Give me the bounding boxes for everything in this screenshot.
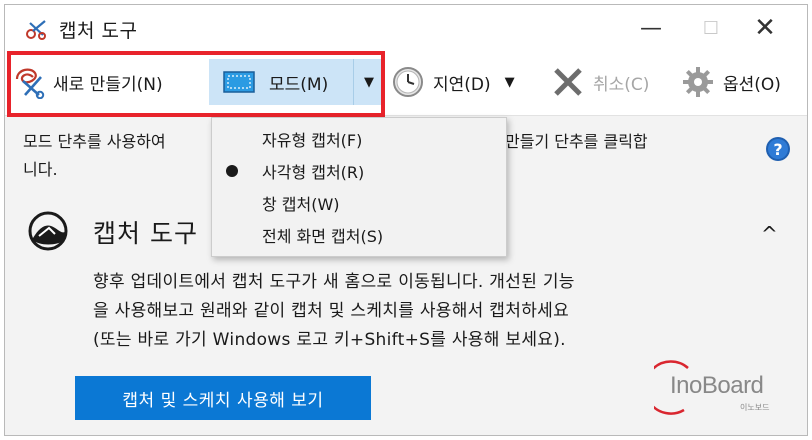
menu-item-window[interactable]: 창 캡처(W) [212, 188, 506, 218]
promo-body-line-3: (또는 바로 가기 Windows 로고 키+Shift+S를 사용해 보세요)… [93, 330, 566, 350]
mode-dropdown-arrow-icon[interactable]: ▼ [353, 59, 384, 105]
clock-icon [393, 67, 423, 97]
menu-item-rectangle[interactable]: 사각형 캡처(R) [212, 156, 506, 186]
watermark-logo: InoBoard [670, 372, 764, 399]
close-button[interactable]: ✕ [739, 5, 791, 51]
menu-item-label: 전체 화면 캡처(S) [262, 227, 384, 246]
mode-dropdown-menu: 자유형 캡처(F) 사각형 캡처(R) 창 캡처(W) 전체 화면 캡처(S) [211, 117, 507, 257]
new-label: 새로 만들기(N) [53, 74, 163, 95]
new-button[interactable]: 새로 만들기(N) [13, 59, 205, 105]
rectangle-snip-icon [223, 71, 255, 93]
svg-text:?: ? [773, 140, 782, 159]
minimize-button[interactable]: — [625, 5, 677, 51]
scissors-icon [26, 20, 46, 40]
toolbar: 새로 만들기(N) 모드(M) ▼ 지연(D) ▼ 취소(C) 옵션(O) [5, 51, 807, 113]
title-bar: 캡처 도구 — ☐ ✕ [5, 5, 807, 51]
cancel-button[interactable]: 취소(C) [551, 59, 671, 105]
scissors-icon [15, 68, 45, 99]
promo-body-line-1: 향후 업데이트에서 캡처 도구가 새 홈으로 이동됩니다. 개선된 기능 [93, 272, 575, 292]
window-title: 캡처 도구 [59, 20, 138, 42]
info-line-1-right: 만들기 단추를 클릭합 [505, 132, 648, 151]
options-button[interactable]: 옵션(O) [681, 59, 807, 105]
options-label: 옵션(O) [723, 74, 781, 95]
cancel-label: 취소(C) [593, 74, 650, 95]
delay-dropdown-arrow-icon[interactable]: ▼ [505, 75, 515, 90]
help-icon[interactable]: ? [765, 136, 791, 162]
menu-item-label: 창 캡처(W) [262, 195, 340, 214]
delay-button[interactable]: 지연(D) ▼ [391, 59, 561, 105]
delay-label: 지연(D) [433, 74, 491, 95]
collapse-chevron-icon[interactable]: ^ [761, 222, 778, 246]
promo-body: 향후 업데이트에서 캡처 도구가 새 홈으로 이동됩니다. 개선된 기능 을 사… [93, 268, 733, 355]
mode-button[interactable]: 모드(M) ▼ [209, 59, 383, 105]
cancel-x-icon [554, 68, 582, 96]
promo-body-line-2: 을 사용해보고 원래와 같이 캡처 및 스케치를 사용해서 캡처하세요 [93, 301, 570, 321]
selected-bullet-icon [226, 165, 238, 177]
watermark-sub: 이노보드 [740, 403, 770, 412]
snip-sketch-icon [28, 211, 68, 251]
maximize-button[interactable]: ☐ [685, 5, 737, 51]
mode-label: 모드(M) [269, 74, 329, 95]
promo-title: 캡처 도구 [93, 219, 198, 248]
menu-item-fullscreen[interactable]: 전체 화면 캡처(S) [212, 220, 506, 250]
menu-item-freeform[interactable]: 자유형 캡처(F) [212, 124, 506, 154]
gear-icon [683, 67, 713, 97]
try-snip-sketch-button[interactable]: 캡처 및 스케치 사용해 보기 [75, 376, 371, 420]
menu-item-label: 사각형 캡처(R) [262, 163, 365, 182]
menu-item-label: 자유형 캡처(F) [262, 131, 363, 150]
